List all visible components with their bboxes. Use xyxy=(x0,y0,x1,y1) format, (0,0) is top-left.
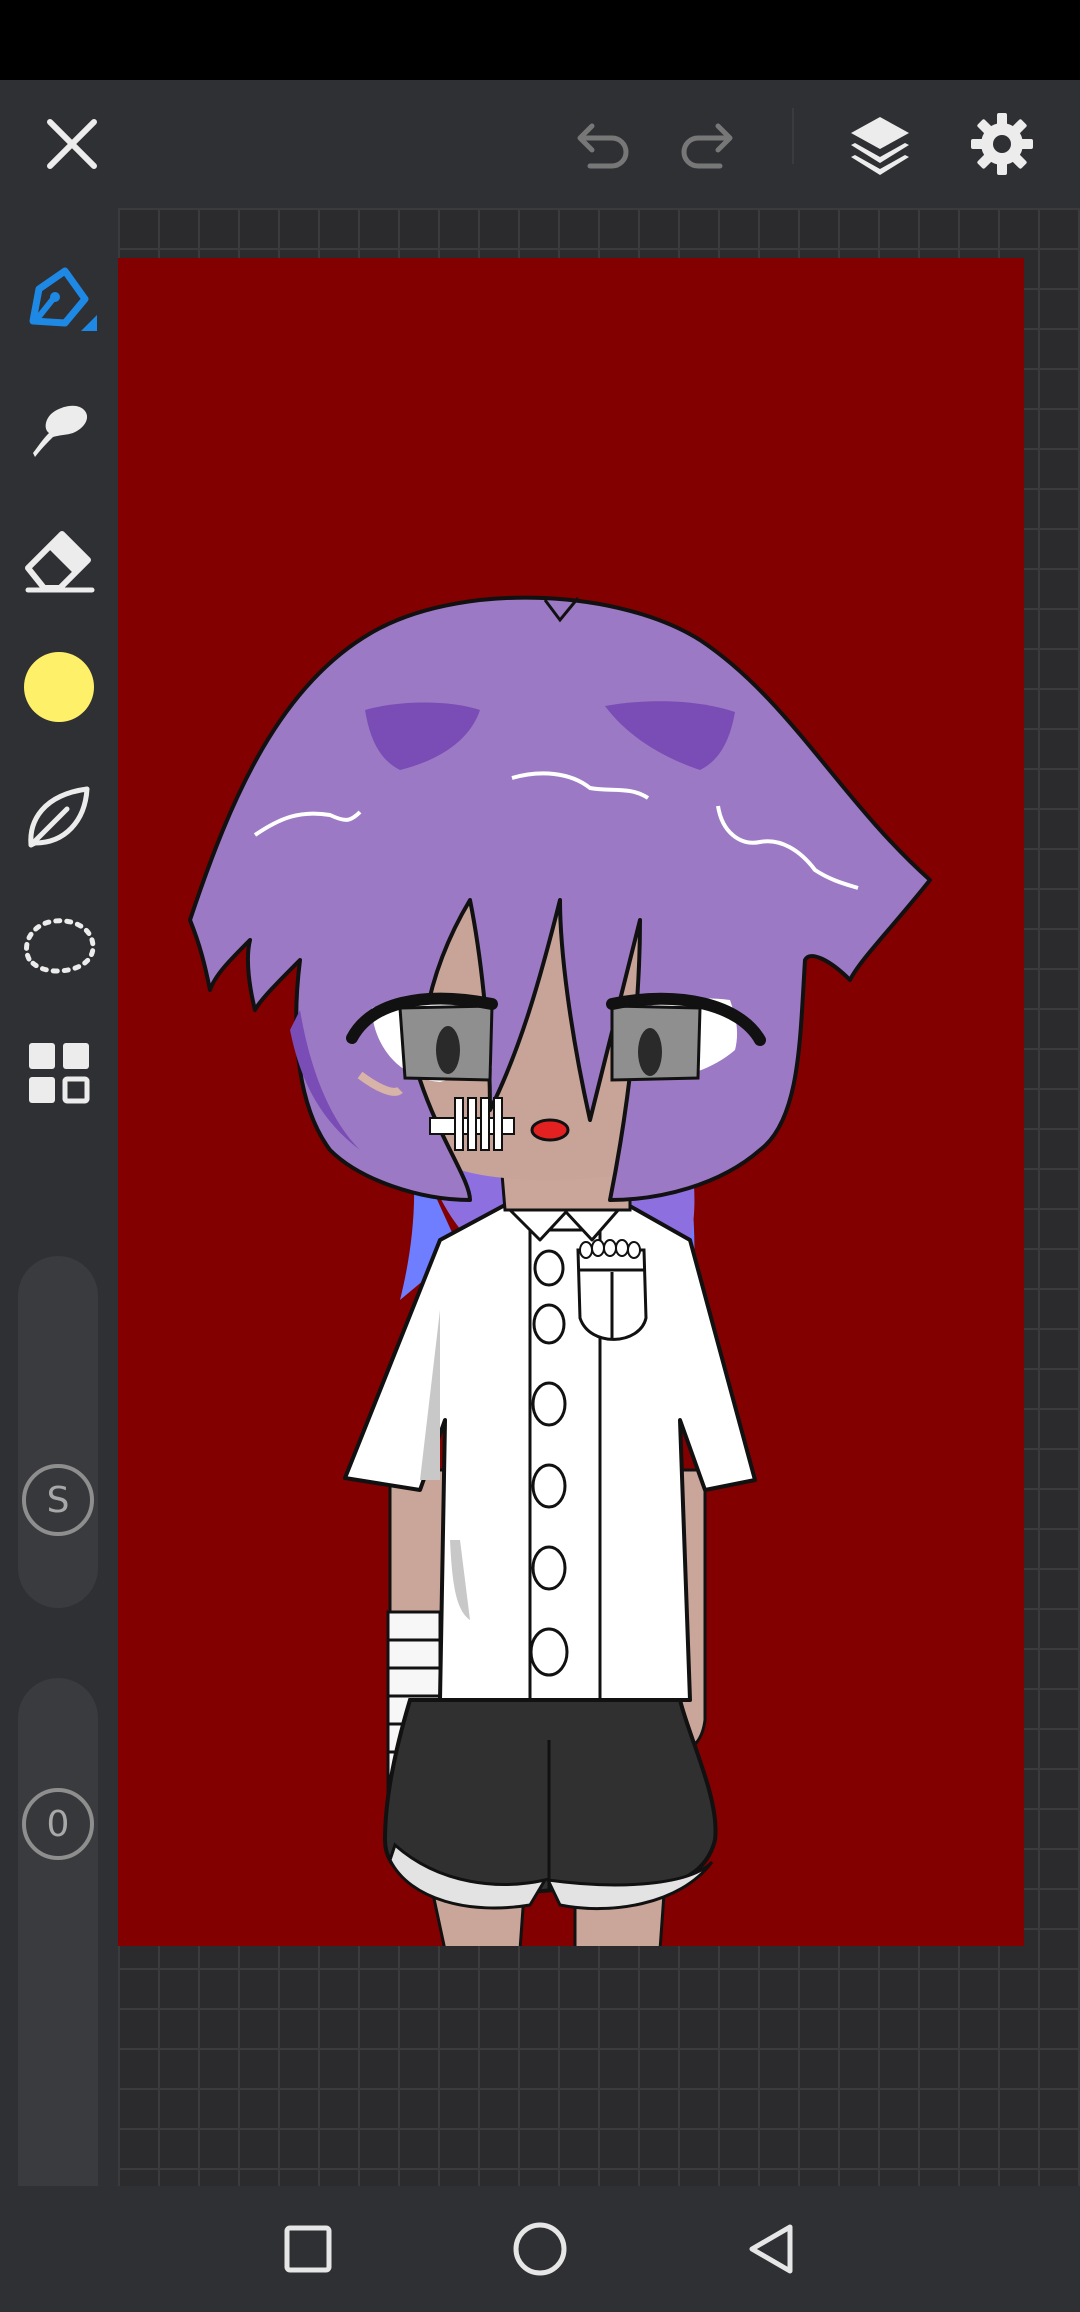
shape-icon xyxy=(28,786,90,848)
status-bar xyxy=(0,0,1080,80)
back-button[interactable] xyxy=(712,2186,832,2312)
recents-button[interactable] xyxy=(248,2186,368,2312)
brush-opacity-slider[interactable]: 0 xyxy=(18,1678,98,2238)
grid-menu-icon xyxy=(29,1043,90,1104)
size-label: S xyxy=(46,1479,70,1521)
eraser-icon xyxy=(25,531,95,593)
top-toolbar xyxy=(0,80,1080,208)
opacity-label: 0 xyxy=(46,1803,70,1845)
drawing-canvas[interactable] xyxy=(118,258,1024,1946)
undo-icon xyxy=(577,123,629,169)
lasso-select-icon xyxy=(24,918,96,974)
menu-grid-button[interactable] xyxy=(0,1018,118,1128)
toolbar-divider xyxy=(792,108,794,164)
opacity-slider-knob[interactable]: 0 xyxy=(22,1788,94,1860)
redo-icon xyxy=(681,123,733,169)
home-button[interactable] xyxy=(480,2186,600,2312)
close-icon xyxy=(47,119,97,169)
smudge-icon xyxy=(33,405,88,457)
redo-button[interactable] xyxy=(670,80,750,208)
color-picker-button[interactable] xyxy=(0,632,118,742)
color-swatch xyxy=(24,652,94,722)
home-icon xyxy=(513,2222,567,2276)
brush-size-slider[interactable]: S xyxy=(18,1256,98,1608)
pen-tool-button[interactable] xyxy=(0,244,118,354)
selection-tool-button[interactable] xyxy=(0,890,118,1000)
size-slider-knob[interactable]: S xyxy=(22,1464,94,1536)
undo-button[interactable] xyxy=(560,80,640,208)
layers-button[interactable] xyxy=(840,80,920,208)
pen-icon xyxy=(29,267,97,331)
eraser-tool-button[interactable] xyxy=(0,504,118,614)
back-icon xyxy=(749,2224,793,2274)
smudge-tool-button[interactable] xyxy=(0,374,118,484)
recents-icon xyxy=(284,2225,332,2273)
tool-sidebar: S 0 xyxy=(0,208,118,2238)
layers-icon xyxy=(851,117,909,175)
character-artwork xyxy=(188,595,932,1946)
shape-tool-button[interactable] xyxy=(0,762,118,872)
gear-icon xyxy=(971,113,1033,175)
close-button[interactable] xyxy=(30,80,114,208)
system-navigation-bar xyxy=(0,2186,1080,2312)
settings-button[interactable] xyxy=(960,80,1044,208)
